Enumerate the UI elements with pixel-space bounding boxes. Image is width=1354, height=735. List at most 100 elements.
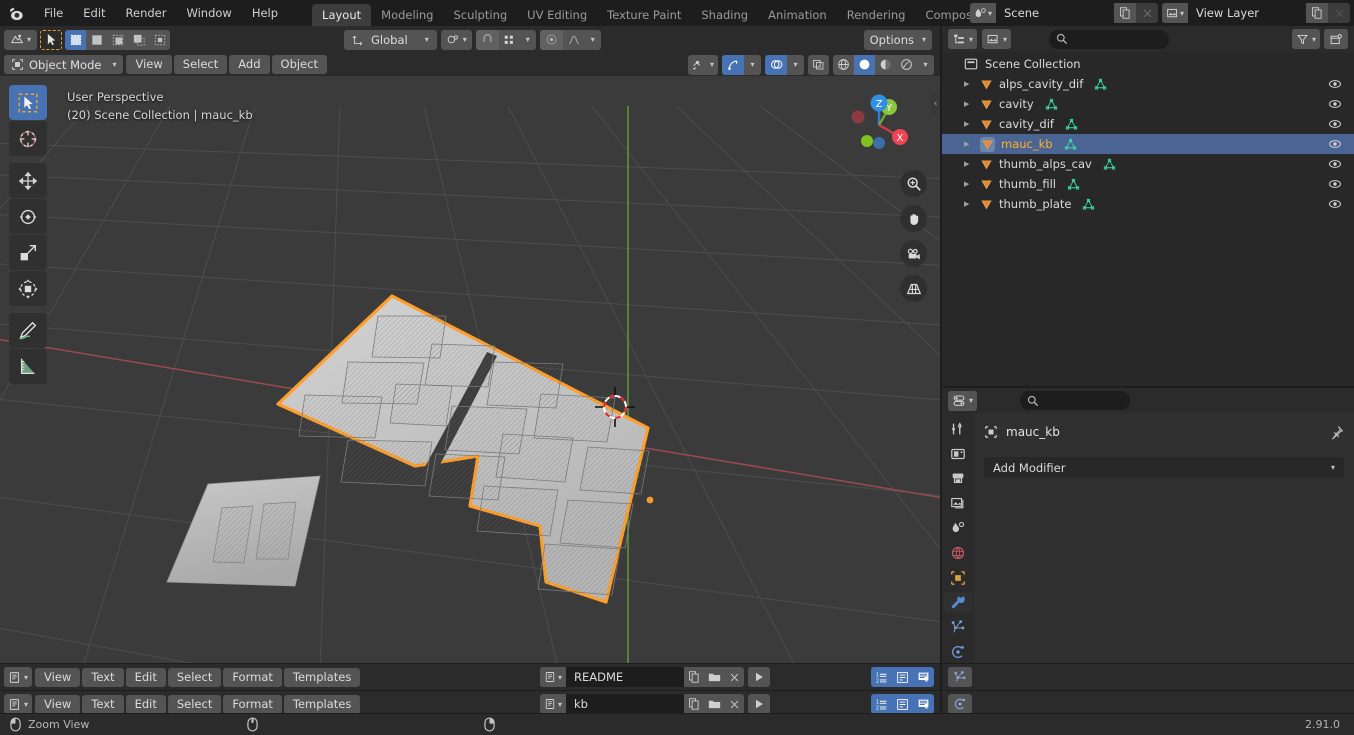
line-numbers-icon[interactable]: 12 — [871, 667, 892, 687]
options-dropdown[interactable]: Options ▾ — [863, 29, 932, 50]
workspace-tab-uv-editing[interactable]: UV Editing — [517, 4, 597, 26]
transform-orientation-dropdown[interactable]: Global ▾ — [344, 29, 437, 50]
text-datablock-icon[interactable]: ▾ — [540, 694, 566, 714]
syntax-highlight-icon[interactable] — [913, 667, 934, 687]
shading-mode-group[interactable]: ▾ — [833, 54, 934, 75]
material-preview-icon[interactable] — [875, 55, 896, 75]
text-editor-1-menu-text[interactable]: Text — [82, 667, 124, 687]
viewport-menu-object[interactable]: Object — [271, 55, 327, 74]
outliner-item-cavity_dif[interactable]: ▶ cavity_dif — [942, 114, 1354, 134]
workspace-tab-modeling[interactable]: Modeling — [371, 4, 443, 26]
properties-editor-icon[interactable]: ▾ — [948, 390, 978, 411]
view-layer-icon[interactable]: ▾ — [1162, 3, 1188, 23]
eye-icon[interactable] — [1328, 197, 1342, 211]
scene-datablock[interactable]: ▾ Scene — [970, 3, 1158, 23]
workspace-tab-rendering[interactable]: Rendering — [837, 4, 916, 26]
scale-tool[interactable] — [9, 235, 47, 270]
expand-triangle-icon[interactable]: ▶ — [964, 100, 974, 108]
select-mode-group[interactable] — [65, 29, 171, 50]
measure-tool[interactable] — [9, 349, 47, 384]
unlink-text-icon[interactable] — [724, 667, 744, 687]
folder-open-icon[interactable] — [704, 667, 724, 687]
select-cursor-icon[interactable] — [40, 29, 63, 50]
intersect-select-icon[interactable] — [149, 30, 170, 50]
xray-icon[interactable] — [808, 54, 829, 75]
viewport-3d[interactable]: User Perspective (20) Scene Collection |… — [0, 76, 940, 663]
viewlayer-name[interactable]: View Layer — [1188, 3, 1306, 23]
text-editor-1-menu-templates[interactable]: Templates — [283, 667, 361, 687]
top-menu-render[interactable]: Render — [116, 0, 177, 26]
physics-editor-icon[interactable] — [948, 694, 972, 714]
outliner-item-cavity[interactable]: ▶ cavity — [942, 94, 1354, 114]
text-display-toggles-1[interactable]: 12 — [871, 667, 934, 687]
word-wrap-icon[interactable] — [892, 667, 913, 687]
expand-triangle-icon[interactable]: ▶ — [964, 140, 974, 148]
tweak-select-box-tool[interactable] — [9, 85, 47, 120]
scene-icon[interactable]: ▾ — [970, 3, 996, 23]
view-layer-tab[interactable] — [944, 492, 972, 514]
editor-type-3dview-icon[interactable]: ▾ — [4, 29, 38, 50]
expand-triangle-icon[interactable]: ▶ — [964, 120, 974, 128]
text-editor-1-menu-select[interactable]: Select — [167, 667, 222, 687]
outliner-display-mode-icon[interactable]: ▾ — [948, 29, 978, 49]
move-tool[interactable] — [9, 163, 47, 198]
close-icon[interactable] — [1136, 3, 1158, 23]
new-text-icon[interactable] — [684, 667, 704, 687]
outliner-item-thumb_fill[interactable]: ▶ thumb_fill — [942, 174, 1354, 194]
mesh-data-icon[interactable] — [1094, 78, 1107, 91]
text-editor-2-menu-format[interactable]: Format — [223, 694, 282, 714]
new-viewlayer-icon[interactable] — [1306, 3, 1328, 23]
rotate-tool[interactable] — [9, 199, 47, 234]
chevron-down-icon[interactable]: ▾ — [744, 55, 761, 75]
text-display-toggles-2[interactable]: 12 — [871, 694, 934, 714]
extend-select-icon[interactable] — [86, 30, 107, 50]
navigation-gizmo[interactable]: X Y Z — [840, 86, 918, 164]
text-editor-icon[interactable]: ▾ — [4, 667, 33, 687]
viewport-menu-add[interactable]: Add — [229, 55, 270, 74]
mesh-data-icon[interactable] — [1103, 158, 1116, 171]
proportional-edit-group[interactable]: ▾ — [539, 29, 601, 50]
object-tab[interactable] — [944, 567, 972, 589]
outliner-search-input[interactable] — [1049, 29, 1170, 49]
text-editor-2-menu-text[interactable]: Text — [82, 694, 124, 714]
run-script-icon[interactable] — [748, 667, 770, 687]
overlays-group[interactable]: ▾ — [765, 54, 804, 75]
text-editor-1-menu-format[interactable]: Format — [223, 667, 282, 687]
pin-icon[interactable] — [1329, 425, 1344, 440]
top-menu-window[interactable]: Window — [176, 0, 241, 26]
close-icon[interactable] — [1328, 3, 1350, 23]
object-mode-dropdown[interactable]: Object Mode ▾ — [4, 55, 124, 74]
viewport-menu-view[interactable]: View — [126, 55, 172, 74]
gizmo-group[interactable]: ▾ — [722, 54, 761, 75]
workspace-tab-sculpting[interactable]: Sculpting — [443, 4, 517, 26]
mesh-data-icon[interactable] — [1065, 118, 1078, 131]
eye-icon[interactable] — [1328, 77, 1342, 91]
annotate-tool[interactable] — [9, 313, 47, 348]
text-datablock-1[interactable]: ▾ README — [540, 667, 744, 687]
workspace-tab-layout[interactable]: Layout — [312, 4, 372, 26]
top-menu-edit[interactable]: Edit — [73, 0, 115, 26]
text-editor-1-menu-view[interactable]: View — [35, 667, 81, 687]
set-select-icon[interactable] — [65, 29, 87, 50]
blender-logo-icon[interactable] — [0, 0, 34, 26]
mesh-data-icon[interactable] — [1045, 98, 1058, 111]
eye-icon[interactable] — [1328, 137, 1342, 151]
overlays-icon[interactable] — [765, 54, 787, 75]
output-tab[interactable] — [944, 468, 972, 490]
outliner-item-mauc_kb[interactable]: ▶ mauc_kb — [942, 134, 1354, 154]
funnel-icon[interactable]: ▾ — [1291, 29, 1320, 49]
expand-triangle-icon[interactable]: ▶ — [964, 200, 974, 208]
cursor-tool[interactable] — [9, 121, 47, 156]
mesh-data-icon[interactable] — [1082, 198, 1095, 211]
transform-tool[interactable] — [9, 271, 47, 306]
camera-view-icon[interactable] — [900, 240, 927, 267]
chevron-left-icon[interactable]: ‹ — [931, 92, 940, 116]
world-tab[interactable] — [944, 542, 972, 564]
mesh-data-icon[interactable] — [1064, 138, 1077, 151]
node-editor-icon[interactable] — [948, 667, 972, 687]
word-wrap-icon[interactable] — [892, 694, 913, 714]
toggle-ortho-icon[interactable] — [900, 275, 927, 302]
zoom-view-icon[interactable] — [900, 170, 927, 197]
chevron-down-icon[interactable]: ▾ — [520, 30, 536, 50]
text-file-name-1[interactable]: README — [566, 667, 684, 687]
